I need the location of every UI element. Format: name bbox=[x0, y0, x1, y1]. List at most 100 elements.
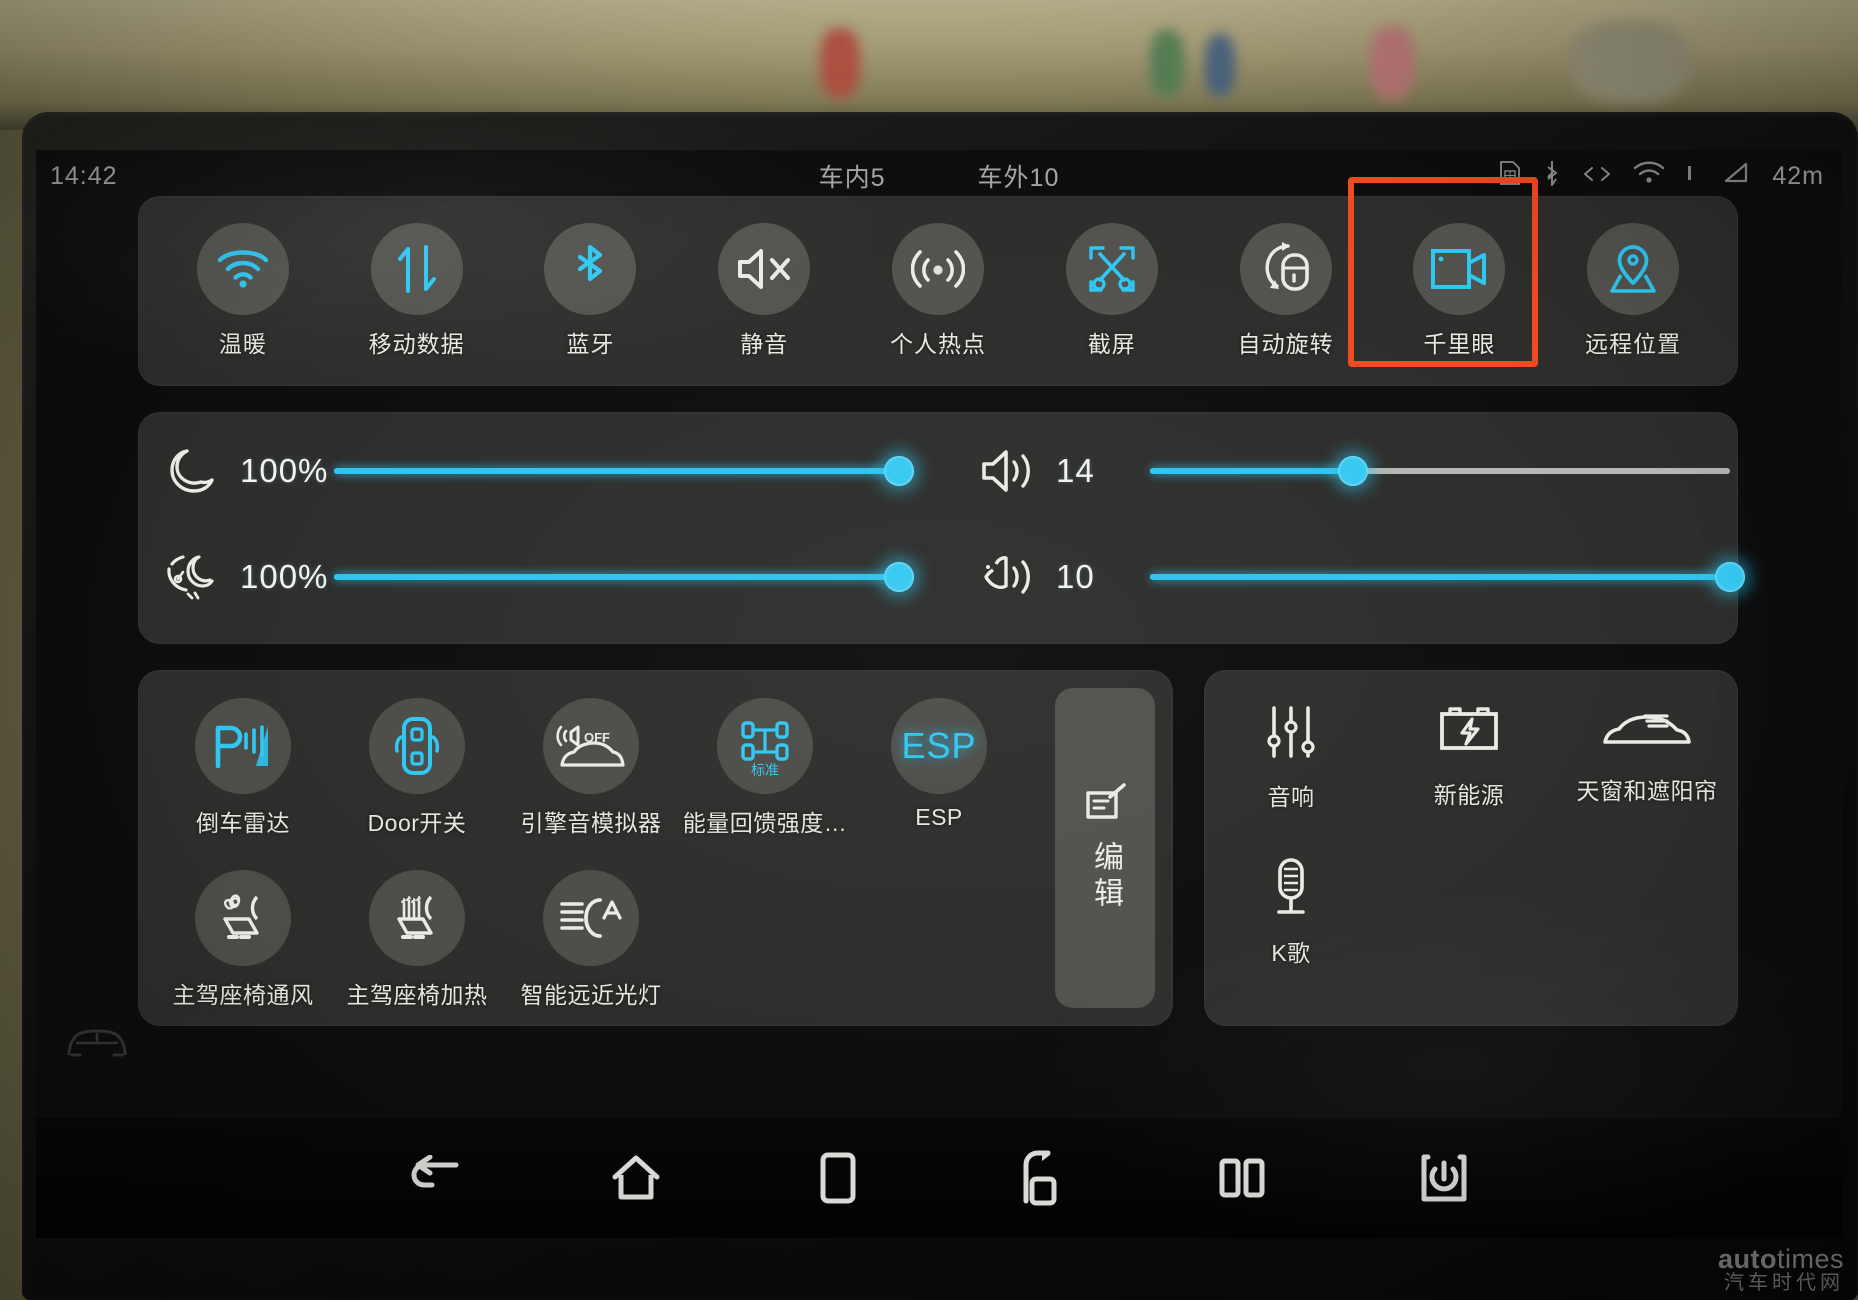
nav-home-button[interactable] bbox=[599, 1141, 673, 1215]
background-object-pink bbox=[1370, 26, 1414, 100]
shortcut-circle bbox=[195, 870, 291, 966]
shortcut-door-control[interactable]: Door开关 bbox=[330, 698, 504, 838]
sunroof-icon bbox=[1603, 714, 1691, 744]
voice-volume-slider[interactable] bbox=[1150, 562, 1745, 592]
system-navigation-bar bbox=[36, 1118, 1842, 1238]
watermark-sub: 汽车时代网 bbox=[1724, 1272, 1844, 1294]
function-label: 新能源 bbox=[1433, 782, 1505, 808]
function-sunroof[interactable]: 天窗和遮阳帘 bbox=[1572, 708, 1722, 806]
slider-knob[interactable] bbox=[1338, 456, 1368, 486]
quick-toggle-mobile-data[interactable]: 移动数据 bbox=[330, 223, 504, 359]
microphone-icon bbox=[1277, 858, 1305, 914]
function-karaoke[interactable]: K歌 bbox=[1216, 856, 1366, 968]
quick-toggle-bluetooth[interactable]: 蓝牙 bbox=[504, 223, 678, 359]
status-clock: 14:42 bbox=[50, 161, 118, 190]
equalizer-icon bbox=[1267, 706, 1315, 758]
shortcut-auto-highbeam[interactable]: 智能远近光灯 bbox=[504, 870, 678, 1010]
function-ev-energy[interactable]: 新能源 bbox=[1394, 702, 1544, 810]
quick-toggle-hotspot[interactable]: 个人热点 bbox=[851, 223, 1025, 359]
slider-row-voice-volume: 10 bbox=[976, 552, 1745, 602]
ev-battery-icon bbox=[1440, 707, 1498, 750]
parking-radar-icon bbox=[215, 725, 268, 769]
quick-toggle-circle bbox=[370, 223, 463, 315]
quick-toggle-circle bbox=[196, 223, 289, 315]
function-label: K歌 bbox=[1271, 940, 1311, 966]
shortcut-label: ESP bbox=[915, 804, 963, 830]
edit-shortcuts-button[interactable]: 编辑 bbox=[1055, 688, 1155, 1008]
shortcut-circle: ESP bbox=[891, 698, 987, 794]
regen-braking-icon: 标准 bbox=[741, 721, 789, 777]
quick-toggle-label: 千里眼 bbox=[1423, 331, 1496, 357]
sliders-panel: 100% 100% 14 10 bbox=[138, 412, 1745, 644]
shortcut-seat-ventilation[interactable]: 主驾座椅通风 bbox=[156, 870, 330, 1010]
slider-fill bbox=[334, 574, 899, 580]
quick-settings-panel: 温暖 移动数据 蓝牙 静音 个人热点 截屏 自动旋转 千里眼 远程位置 bbox=[138, 177, 1738, 386]
door-control-icon bbox=[394, 717, 440, 775]
shortcut-label: 智能远近光灯 bbox=[520, 982, 662, 1008]
seat-ventilation-icon bbox=[223, 894, 259, 939]
data-transfer-icon bbox=[1582, 162, 1612, 191]
voice-icon bbox=[976, 552, 1038, 602]
shortcut-parking-radar[interactable]: 倒车雷达 bbox=[156, 698, 330, 838]
wifi-icon bbox=[217, 250, 269, 288]
background-object-red bbox=[820, 28, 860, 98]
wifi-icon bbox=[1632, 160, 1666, 193]
moon-icon bbox=[160, 446, 222, 496]
quick-toggle-label: 个人热点 bbox=[890, 331, 987, 357]
sim-card-icon bbox=[1498, 159, 1522, 194]
nav-recents-button[interactable] bbox=[801, 1141, 875, 1215]
signal-bar-icon bbox=[1686, 162, 1694, 191]
nav-power-button[interactable] bbox=[1407, 1141, 1481, 1215]
function-audio[interactable]: 音响 bbox=[1216, 702, 1366, 812]
shortcut-regen-braking[interactable]: 标准 能量回馈强度… bbox=[678, 698, 852, 838]
slider-fill bbox=[1150, 468, 1353, 474]
quick-toggle-circle bbox=[892, 223, 985, 315]
nav-split-screen-button[interactable] bbox=[1205, 1141, 1279, 1215]
function-label: 天窗和遮阳帘 bbox=[1576, 778, 1718, 804]
split-screen-icon bbox=[1219, 1158, 1265, 1198]
screenshot-icon bbox=[1089, 246, 1135, 292]
quick-toggle-remote-camera[interactable]: 千里眼 bbox=[1348, 177, 1546, 367]
seat-heating-icon bbox=[397, 895, 433, 939]
status-bar-right: 42m bbox=[1498, 159, 1824, 194]
screen-brightness-value: 100% bbox=[240, 452, 329, 489]
quick-toggle-label: 移动数据 bbox=[368, 331, 465, 357]
nav-app-switch-button[interactable] bbox=[1003, 1141, 1077, 1215]
shortcut-engine-sound[interactable]: OFF 引擎音模拟器 bbox=[504, 698, 678, 838]
quick-toggle-wifi[interactable]: 温暖 bbox=[156, 223, 330, 359]
shortcut-esp[interactable]: ESP ESP bbox=[852, 698, 1026, 838]
edit-button-label: 编辑 bbox=[1089, 841, 1122, 913]
quick-toggle-auto-rotate[interactable]: 自动旋转 bbox=[1199, 223, 1373, 359]
remote-camera-icon bbox=[1431, 249, 1487, 289]
auto-rotate-icon bbox=[1265, 242, 1309, 291]
watermark-main: autotimes bbox=[1718, 1244, 1844, 1273]
quick-toggle-screenshot[interactable]: 截屏 bbox=[1025, 223, 1199, 359]
nav-back-button[interactable] bbox=[397, 1141, 471, 1215]
media-volume-slider[interactable] bbox=[1150, 456, 1730, 486]
quick-toggle-circle bbox=[1065, 223, 1158, 315]
quick-toggle-label: 截屏 bbox=[1087, 331, 1136, 357]
shortcut-circle bbox=[369, 870, 465, 966]
slider-knob[interactable] bbox=[884, 456, 914, 486]
quick-toggle-remote-location[interactable]: 远程位置 bbox=[1546, 223, 1720, 359]
screen-brightness-slider[interactable] bbox=[334, 456, 914, 486]
outside-temperature: 车外10 bbox=[977, 164, 1060, 192]
slider-knob[interactable] bbox=[884, 562, 914, 592]
photograph-of-car-head-unit: 14:42 车内5 车外10 42m 温暖 移动数据 蓝牙 静音 个人热点 截屏… bbox=[0, 0, 1858, 1300]
quick-toggle-label: 远程位置 bbox=[1585, 331, 1682, 357]
shortcut-circle bbox=[543, 870, 639, 966]
background-object-green bbox=[1150, 30, 1184, 96]
media-volume-value: 14 bbox=[1056, 452, 1095, 489]
cluster-brightness-slider[interactable] bbox=[334, 562, 914, 592]
shortcut-label: Door开关 bbox=[367, 810, 467, 836]
dashboard-moon-icon bbox=[160, 552, 222, 602]
shortcut-label: 主驾座椅通风 bbox=[172, 982, 314, 1008]
quick-toggle-circle bbox=[544, 223, 637, 315]
engine-sound-icon: OFF bbox=[556, 725, 625, 767]
slider-knob[interactable] bbox=[1715, 562, 1745, 592]
back-icon bbox=[411, 1155, 459, 1188]
quick-toggle-mute[interactable]: 静音 bbox=[677, 223, 851, 359]
quick-toggle-label: 自动旋转 bbox=[1237, 331, 1334, 357]
shortcut-seat-heating[interactable]: 主驾座椅加热 bbox=[330, 870, 504, 1010]
recents-icon bbox=[820, 1152, 856, 1204]
